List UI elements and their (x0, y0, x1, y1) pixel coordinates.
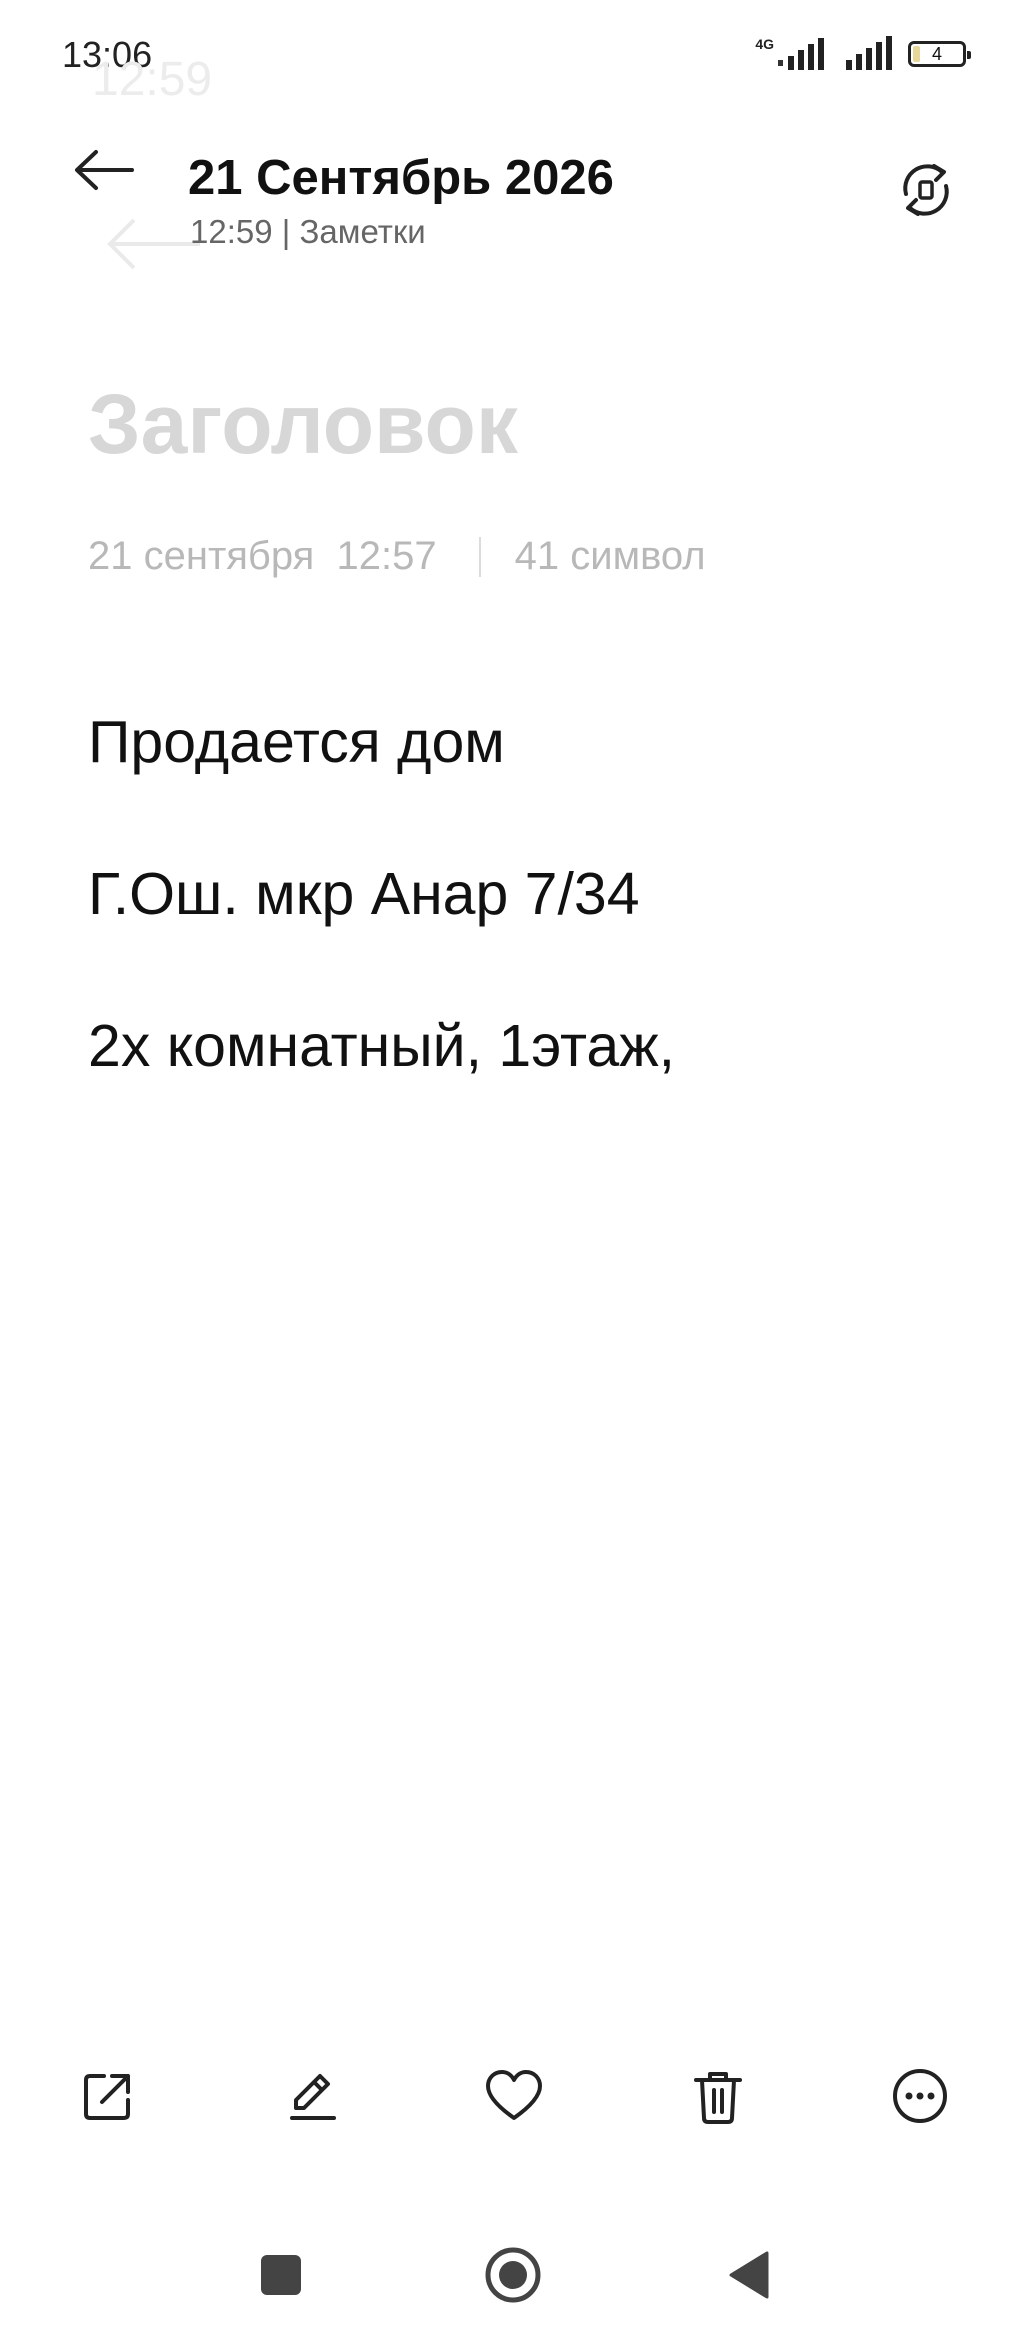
char-count: 41 символ (514, 534, 706, 578)
share-button[interactable] (72, 2060, 144, 2132)
home-icon (485, 2247, 541, 2303)
ghost-time: 12:59 (92, 53, 213, 106)
battery-fill (913, 46, 921, 62)
back-button[interactable] (68, 140, 140, 200)
delete-button[interactable] (682, 2060, 754, 2132)
edit-icon (290, 2074, 336, 2120)
note-text-line[interactable]: 2х комнатный, 1этаж, (88, 1012, 675, 1080)
edit-button[interactable] (276, 2060, 348, 2132)
arrow-left-icon (75, 150, 134, 190)
page-subtitle: 12:59 | Заметки (190, 213, 426, 250)
favorite-button[interactable] (478, 2060, 550, 2132)
battery-level: 4 (931, 44, 942, 64)
status-icons: 4G 4 (755, 32, 971, 76)
recents-icon (261, 2255, 301, 2295)
share-icon (84, 2074, 130, 2120)
trash-icon (694, 2072, 742, 2124)
signal-icon (846, 36, 892, 70)
note-text-line[interactable]: Г.Ош. мкр Анар 7/34 (88, 860, 640, 928)
home-button[interactable] (478, 2240, 548, 2310)
nav-back-button[interactable] (714, 2240, 784, 2310)
rotate-icon (903, 164, 949, 216)
battery-icon: 4 (908, 41, 971, 67)
note-date: 21 сентября 12:57 (88, 534, 437, 578)
note-meta: 21 сентября 12:57 41 символ (88, 534, 706, 579)
rotate-button[interactable] (894, 158, 958, 222)
meta-divider (478, 536, 481, 577)
recents-button[interactable] (246, 2240, 316, 2310)
back-triangle-icon (729, 2251, 769, 2299)
signal-4g-icon (778, 38, 824, 70)
ghost-arrow-icon (107, 218, 200, 270)
more-icon (893, 2069, 947, 2123)
network-type-label: 4G (755, 36, 774, 52)
system-nav-bar (0, 2240, 1024, 2310)
bottom-toolbar (0, 2060, 1024, 2132)
page-title: 21 Сентябрь 2026 (188, 151, 614, 205)
heart-icon (486, 2070, 542, 2120)
note-text-line[interactable]: Продается дом (88, 708, 505, 776)
more-button[interactable] (884, 2060, 956, 2132)
note-title-placeholder[interactable]: Заголовок (88, 376, 518, 473)
